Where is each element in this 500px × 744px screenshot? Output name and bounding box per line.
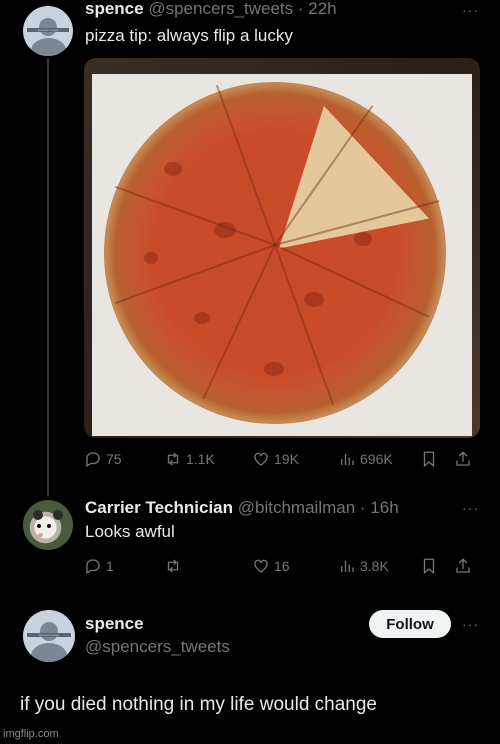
more-options-icon[interactable]: ··· [462,616,479,632]
display-name[interactable]: spence [85,614,144,633]
tweet-header: spence @spencers_tweets · 22h [85,0,337,19]
timestamp[interactable]: · 16h [360,498,399,517]
display-name[interactable]: Carrier Technician [85,498,233,517]
share-button[interactable] [454,450,476,468]
tweet-text: pizza tip: always flip a lucky [85,26,293,45]
reply-actions: 1 16 3.8K [84,557,480,577]
like-button[interactable]: 19K [252,450,299,468]
share-icon [456,451,470,466]
more-options-icon[interactable]: ··· [462,2,479,18]
handle[interactable]: @bitchmailman [238,498,355,517]
profile-name: spence [85,614,144,634]
reply-header: Carrier Technician @bitchmailman · 16h [85,498,399,518]
avatar[interactable]: spencer's page [23,6,73,56]
follow-button[interactable]: Follow [369,610,451,638]
profile-handle: @spencers_tweets [85,637,230,657]
heart-icon [254,559,268,573]
bookmark-button[interactable] [420,450,442,468]
reply-text: Looks awful [85,522,175,541]
like-button[interactable]: 16 [252,557,290,575]
bookmark-icon [423,558,435,575]
timestamp[interactable]: · 22h [298,0,337,18]
handle[interactable]: @spencers_tweets [85,637,230,656]
avatar[interactable]: spencer's page [23,610,75,662]
retweet-button[interactable]: 1.1K [164,450,215,468]
reply-button[interactable]: 1 [84,557,114,575]
tweet-text: if you died nothing in my life would cha… [20,694,378,715]
thread-line [47,58,49,496]
watermark: imgflip.com [3,728,59,740]
pizza-photo[interactable] [84,58,480,438]
more-options-icon[interactable]: ··· [462,500,479,516]
retweet-icon [167,452,179,466]
retweet-button[interactable] [164,557,186,575]
analytics-icon [341,453,354,465]
retweet-icon [167,559,179,573]
reply-icon [86,452,100,467]
share-button[interactable] [454,557,476,575]
bookmark-button[interactable] [420,557,442,575]
avatar[interactable] [23,500,73,550]
pizza [104,82,446,424]
tweet-actions: 75 1.1K 19K 696K [84,450,480,470]
display-name[interactable]: spence [85,0,144,18]
bookmark-icon [423,451,435,468]
views-button[interactable]: 3.8K [338,557,389,575]
reply-button[interactable]: 75 [84,450,122,468]
share-icon [456,558,470,573]
heart-icon [254,452,268,466]
handle[interactable]: @spencers_tweets [148,0,293,18]
views-button[interactable]: 696K [338,450,393,468]
reply-icon [86,559,100,574]
analytics-icon [341,560,354,572]
